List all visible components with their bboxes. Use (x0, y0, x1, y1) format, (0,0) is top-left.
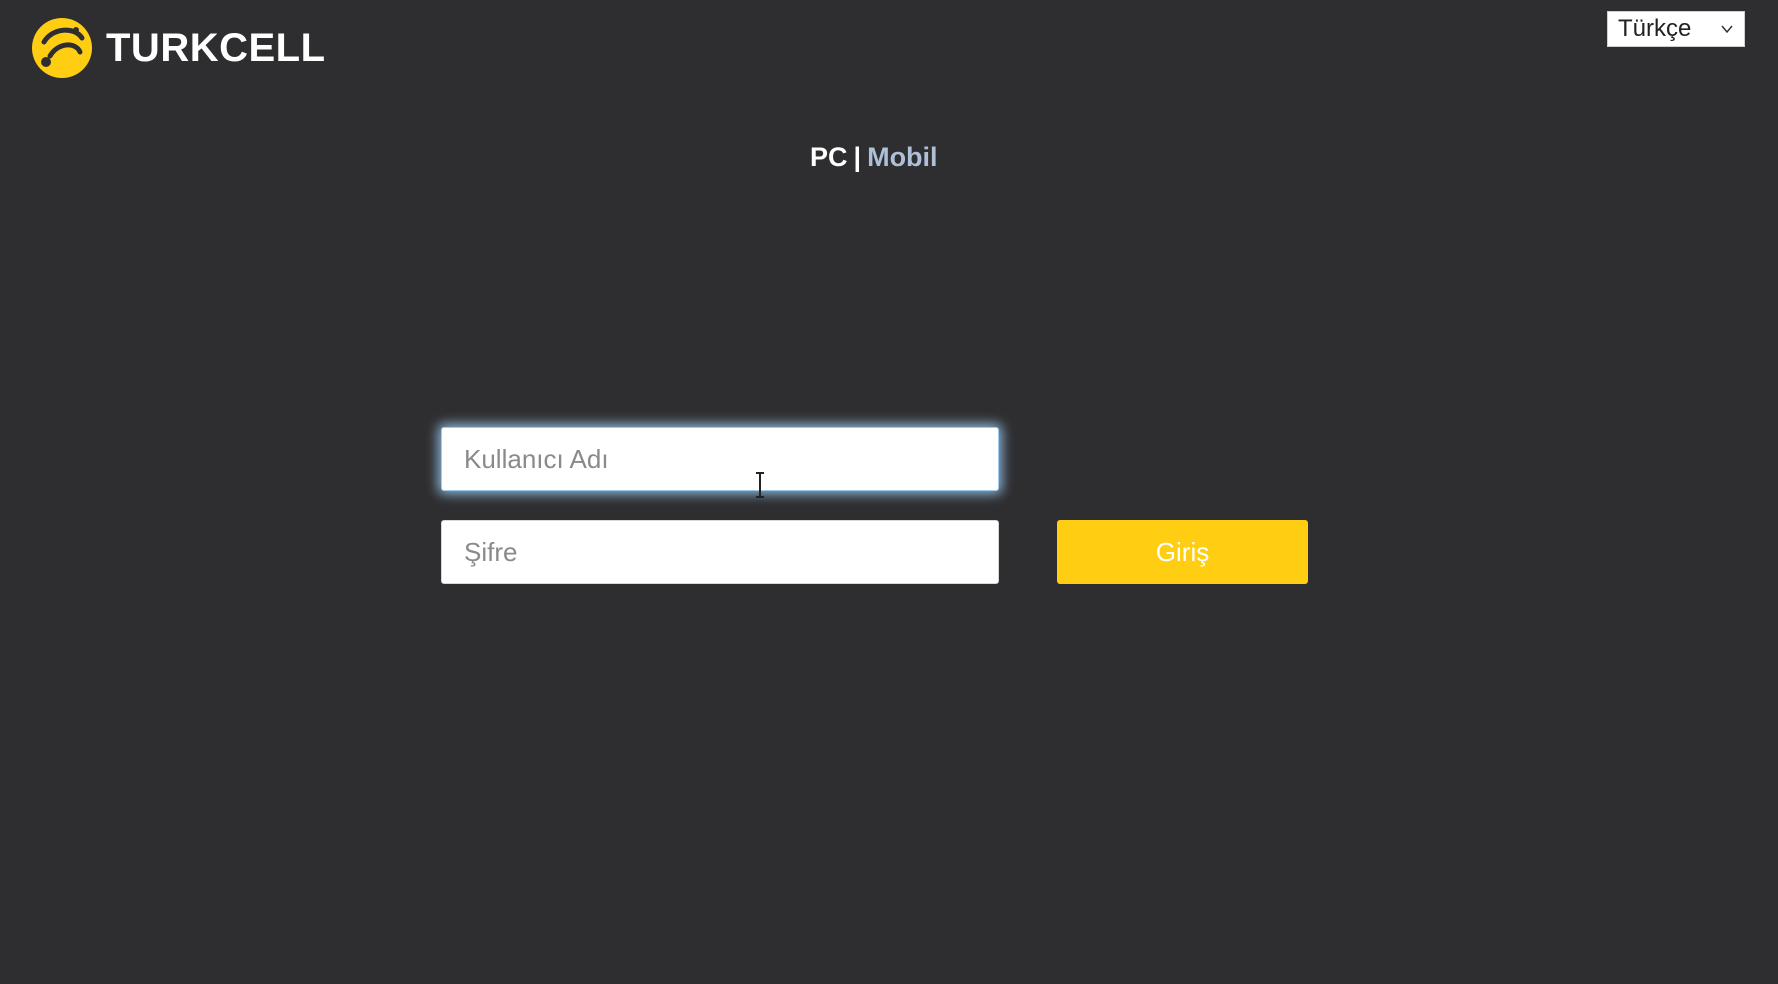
mode-mobile-link[interactable]: Mobil (867, 142, 937, 172)
password-input[interactable] (441, 520, 999, 584)
mode-switch: PC | Mobil (810, 142, 938, 173)
text-cursor-icon (756, 472, 764, 498)
chevron-down-icon (1721, 25, 1733, 34)
language-selected-value: Türkçe (1618, 15, 1692, 42)
login-button[interactable]: Giriş (1057, 520, 1308, 584)
username-input[interactable] (441, 427, 999, 491)
turkcell-logo: TURKCELL (30, 16, 326, 80)
mode-separator: | (853, 142, 862, 172)
mode-pc-link[interactable]: PC (810, 142, 848, 172)
language-select[interactable]: Türkçe (1607, 11, 1745, 47)
turkcell-logo-icon (32, 18, 92, 78)
login-page: TURKCELL Türkçe PC|Mobil Giriş (0, 0, 1778, 984)
logo-text: TURKCELL (106, 25, 326, 70)
